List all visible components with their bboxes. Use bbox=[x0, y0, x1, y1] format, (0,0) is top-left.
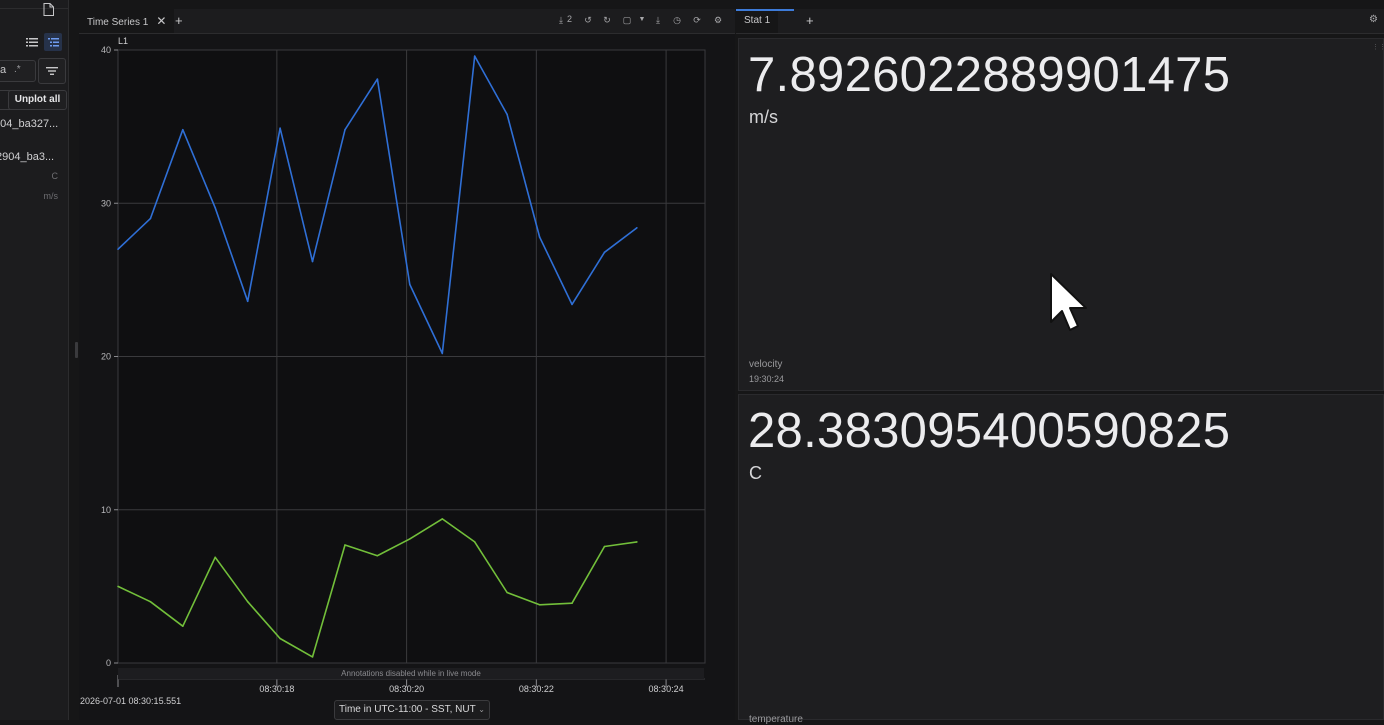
data-point bbox=[182, 625, 184, 628]
add-tab-icon[interactable]: + bbox=[806, 9, 814, 33]
data-point bbox=[117, 585, 119, 588]
tree-view-icon bbox=[48, 38, 59, 47]
annotation-notice: Annotations disabled while in live mode bbox=[118, 668, 704, 679]
time-series-panel: 0 10 20 30 40 08:30:18 08:30:20 08:30:22 08:30:2… bbox=[79, 34, 735, 720]
stat-time: 19:30:24 bbox=[749, 374, 785, 384]
tree-view-button[interactable] bbox=[44, 33, 62, 51]
tab-label: Time Series 1 bbox=[87, 17, 149, 28]
data-point bbox=[246, 300, 249, 303]
x-tick-label: 08:30:18 bbox=[259, 684, 294, 694]
stat-name: velocity bbox=[749, 359, 783, 370]
clock-icon[interactable]: ◷ bbox=[671, 14, 683, 26]
tab-stat-1[interactable]: Stat 1 bbox=[736, 9, 779, 33]
data-point bbox=[538, 236, 541, 238]
data-point bbox=[279, 127, 281, 129]
settings-icon[interactable]: ⚙ bbox=[1369, 14, 1381, 26]
data-point bbox=[571, 303, 573, 306]
layout-icon[interactable]: ▢ bbox=[621, 14, 633, 26]
download-count: 2 bbox=[567, 14, 573, 24]
stat-panel-velocity: 7.8926022889901475 m/s velocity 19:30:24 bbox=[738, 38, 1384, 391]
redo-icon[interactable]: ↻ bbox=[601, 14, 613, 26]
data-point bbox=[311, 260, 314, 263]
chevron-down-icon: ⌄ bbox=[478, 705, 485, 714]
download-icon[interactable]: ⤓ bbox=[555, 14, 567, 26]
stat-unit: m/s bbox=[749, 107, 778, 127]
sidebar-resize-handle[interactable] bbox=[75, 342, 78, 358]
y-tick-label: 30 bbox=[101, 198, 111, 208]
source-sidebar: a .* Unplot all 904_ba327... 2904_ba3...… bbox=[0, 0, 69, 720]
regex-toggle[interactable]: .* bbox=[14, 64, 21, 75]
data-point bbox=[182, 128, 184, 131]
active-tab-indicator bbox=[736, 9, 794, 11]
line-chart[interactable]: 0 10 20 30 40 08:30:18 08:30:20 08:30:22 08:30:2… bbox=[79, 34, 735, 720]
list-view-icon[interactable] bbox=[24, 34, 40, 50]
mouse-cursor-icon bbox=[1050, 273, 1087, 331]
unplot-all-button[interactable]: Unplot all bbox=[8, 90, 67, 110]
x-tick-label: 08:30:24 bbox=[649, 684, 684, 694]
refresh-icon[interactable]: ⟳ bbox=[691, 14, 703, 26]
timezone-select-label: Time in UTC-11:00 - SST, NUT bbox=[339, 704, 476, 715]
data-point bbox=[441, 352, 444, 355]
data-point bbox=[603, 545, 606, 548]
x-tick-label: 08:30:22 bbox=[519, 684, 554, 694]
file-icon[interactable] bbox=[43, 3, 54, 16]
data-point bbox=[149, 217, 152, 220]
data-point bbox=[376, 554, 379, 557]
source-unit-label: m/s bbox=[43, 191, 59, 201]
settings-icon[interactable]: ⚙ bbox=[712, 14, 724, 26]
start-time-label: 2026-07-01 08:30:15.551 bbox=[80, 696, 182, 706]
sidebar-divider bbox=[0, 8, 68, 9]
data-point bbox=[344, 128, 346, 131]
data-point bbox=[279, 637, 281, 640]
undo-icon[interactable]: ↺ bbox=[582, 14, 594, 26]
data-point bbox=[473, 541, 476, 543]
data-point bbox=[441, 518, 444, 520]
data-point bbox=[344, 544, 346, 546]
stat-value: 28.383095400590825 bbox=[748, 404, 1231, 458]
x-tick-label: 08:30:20 bbox=[389, 684, 424, 694]
dropdown-icon[interactable]: ▼ bbox=[636, 14, 648, 26]
data-point bbox=[214, 207, 217, 209]
search-input-value: a bbox=[0, 64, 7, 76]
tab-time-series-1[interactable]: Time Series 1 ✕ bbox=[79, 9, 175, 33]
data-point bbox=[538, 603, 541, 606]
filter-icon bbox=[46, 67, 58, 75]
data-point bbox=[149, 600, 152, 603]
source-unit-label: C bbox=[51, 171, 59, 181]
source-list-item[interactable]: 904_ba327... bbox=[0, 118, 58, 130]
data-point bbox=[506, 591, 508, 594]
data-point bbox=[409, 538, 411, 540]
data-point bbox=[409, 283, 411, 286]
y-axis-label: L1 bbox=[118, 36, 128, 46]
data-point bbox=[311, 656, 314, 658]
timezone-select[interactable]: Time in UTC-11:00 - SST, NUT ⌄ bbox=[334, 700, 490, 720]
tab-label: Stat 1 bbox=[744, 15, 771, 26]
data-point bbox=[636, 541, 638, 543]
add-tab-icon[interactable]: + bbox=[175, 9, 183, 33]
data-point bbox=[473, 55, 476, 57]
y-tick-label: 20 bbox=[101, 352, 111, 362]
y-tick-label: 40 bbox=[101, 45, 111, 55]
stat-unit: C bbox=[749, 463, 762, 483]
stat-tabbar: Stat 1 + bbox=[736, 9, 1384, 34]
export-icon[interactable]: ⤓ bbox=[652, 14, 664, 26]
data-point bbox=[376, 78, 379, 80]
stat-panel-temperature: 28.383095400590825 C temperature bbox=[738, 394, 1384, 725]
data-point bbox=[117, 248, 119, 251]
drag-handle-icon[interactable]: ⋮⋮ bbox=[1372, 44, 1384, 51]
data-point bbox=[246, 600, 249, 603]
data-point bbox=[506, 113, 508, 116]
filter-button[interactable] bbox=[38, 58, 66, 84]
y-tick-label: 0 bbox=[106, 658, 111, 668]
data-point bbox=[214, 556, 217, 559]
data-point bbox=[571, 602, 573, 605]
close-icon[interactable]: ✕ bbox=[156, 14, 166, 28]
stat-value: 7.8926022889901475 bbox=[748, 48, 1231, 102]
source-list-item[interactable]: 2904_ba3... bbox=[0, 151, 54, 163]
data-point bbox=[603, 251, 606, 254]
data-point bbox=[636, 226, 638, 229]
y-tick-label: 10 bbox=[101, 505, 111, 515]
